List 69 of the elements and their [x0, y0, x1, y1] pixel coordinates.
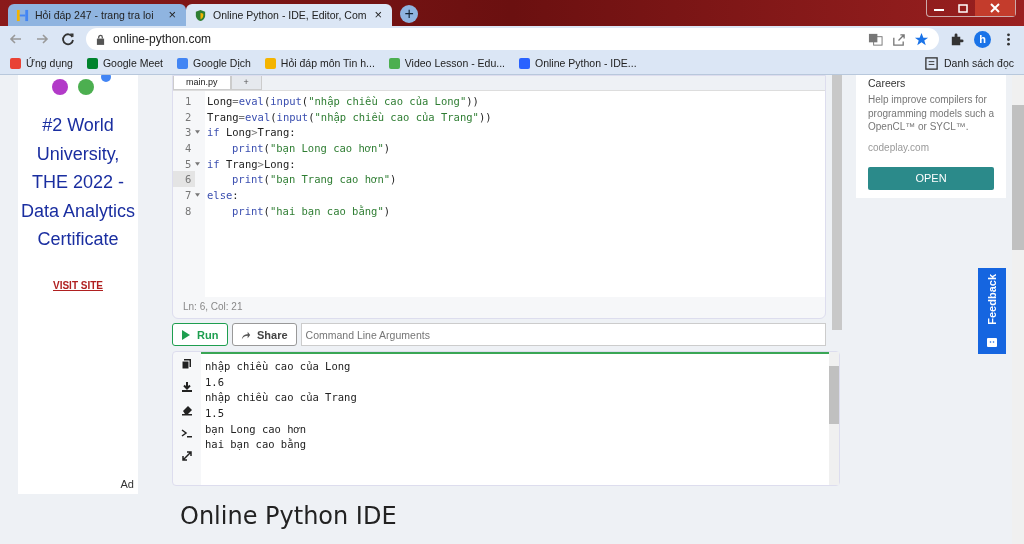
chat-icon — [986, 336, 998, 348]
reading-list-button[interactable]: Danh sách đọc — [923, 55, 1014, 71]
line-number: 5 — [184, 156, 193, 172]
scrollbar[interactable] — [1012, 75, 1024, 544]
line-number: 1 — [184, 93, 193, 109]
code-line: else: — [206, 188, 239, 201]
fold-arrow-icon[interactable] — [195, 161, 200, 166]
close-tab-button[interactable]: × — [166, 8, 178, 22]
code-line: Long=eval(input("nhập chiều cao của Long")) — [206, 94, 479, 107]
code-line: print("hai bạn cao bằng") — [231, 204, 391, 217]
reload-icon[interactable] — [60, 31, 76, 47]
profile-avatar[interactable]: h — [974, 30, 991, 48]
bookmark[interactable]: Online Python - IDE... — [519, 57, 637, 69]
line-number: 3 — [184, 125, 193, 141]
download-icon[interactable] — [181, 381, 193, 393]
code-line: if Trang>Long: — [206, 157, 296, 170]
file-tab[interactable]: + — [230, 76, 262, 90]
ad-text: Help improve compilers for programming models such a OpenCL™ or SYCL™. — [868, 93, 996, 134]
code-line: print("bạn Trang cao hơn") — [231, 173, 397, 186]
close-tab-button[interactable]: × — [372, 8, 385, 22]
feedback-tab[interactable]: Feedback — [978, 268, 1006, 354]
reading-list-icon — [923, 55, 939, 71]
file-tab[interactable]: main.py — [173, 76, 231, 90]
play-icon — [181, 328, 191, 341]
browser-tab[interactable]: Online Python - IDE, Editor, Com × — [186, 4, 393, 26]
code-line: Trang=eval(input("nhập chiều cao của Trang")) — [206, 110, 492, 123]
tab-title: Online Python - IDE, Editor, Com — [213, 9, 367, 21]
share-icon[interactable] — [891, 31, 906, 47]
lock-icon — [96, 33, 105, 45]
cursor-position: Ln: 6, Col: 21 — [182, 300, 244, 314]
bookmark[interactable]: Google Dịch — [177, 57, 251, 69]
fold-arrow-icon[interactable] — [195, 192, 200, 197]
address-bar[interactable]: online-python.com — [86, 28, 939, 50]
letter-h-icon — [16, 8, 29, 22]
shield-icon — [194, 8, 207, 22]
share-button[interactable]: Share — [232, 323, 297, 346]
visit-site-link[interactable]: VISIT SITE — [53, 279, 103, 291]
ad-headline: #2 World University, THE 2022 - Data Analytics Certificate — [19, 114, 137, 251]
ad-label: Ad — [120, 478, 134, 490]
line-number: 6 — [173, 171, 195, 188]
ad-domain: codeplay.com — [868, 141, 930, 153]
eraser-icon[interactable] — [181, 404, 193, 416]
star-icon[interactable] — [914, 31, 929, 47]
console-output: nhập chiều cao của Long 1.6 nhập chiều cao của Trang 1.5 bạn Long cao hơn hai bạn cao bằng — [201, 352, 829, 485]
new-tab-button[interactable]: + — [400, 5, 419, 23]
page-heading: Online Python IDE — [180, 502, 398, 530]
ad-title: Careers — [868, 77, 907, 89]
fold-arrow-icon[interactable] — [195, 130, 200, 135]
bookmark[interactable]: Ứng dụng — [10, 57, 73, 69]
bookmark[interactable]: Video Lesson - Edu... — [388, 57, 505, 69]
bookmark[interactable]: Hỏi đáp môn Tin h... — [264, 57, 375, 69]
line-number: 8 — [184, 203, 193, 219]
terminal-icon[interactable] — [181, 427, 193, 439]
puzzle-icon[interactable] — [949, 31, 964, 47]
line-number: 2 — [184, 109, 193, 125]
copy-icon[interactable] — [181, 358, 193, 370]
line-number: 7 — [184, 187, 193, 203]
arguments-field[interactable]: Command Line Arguments — [300, 323, 826, 346]
tab-title: Hỏi đáp 247 - trang tra loi — [35, 9, 155, 21]
bookmark[interactable]: Google Meet — [86, 57, 164, 69]
code-line: print("bạn Long cao hơn") — [231, 141, 391, 154]
scrollbar[interactable] — [829, 352, 839, 485]
line-number: 4 — [184, 140, 193, 156]
expand-icon[interactable] — [181, 450, 193, 462]
open-button[interactable]: OPEN — [868, 166, 994, 190]
code-line: if Long>Trang: — [206, 126, 296, 139]
close-icon[interactable] — [975, 0, 1015, 16]
translate-icon[interactable] — [868, 31, 883, 47]
browser-tab[interactable]: Hỏi đáp 247 - trang tra loi × — [8, 4, 186, 26]
